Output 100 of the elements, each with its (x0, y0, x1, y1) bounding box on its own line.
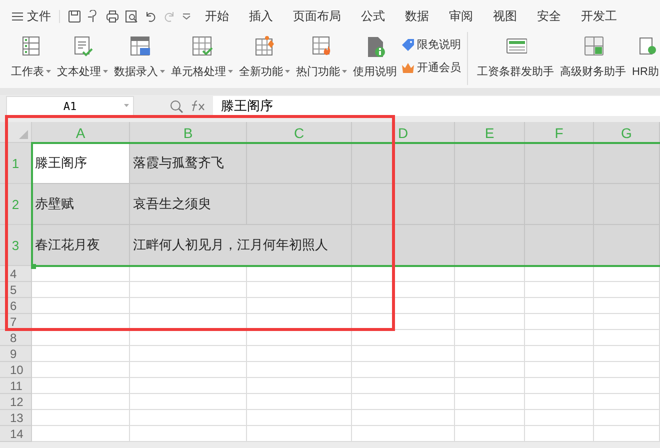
table-cell[interactable] (130, 394, 247, 410)
table-cell[interactable] (525, 266, 594, 282)
table-cell[interactable] (594, 225, 660, 266)
print-icon[interactable] (106, 10, 119, 22)
table-cell[interactable] (525, 346, 594, 362)
table-cell[interactable] (247, 378, 352, 394)
table-cell[interactable] (247, 143, 352, 184)
ribbon-button[interactable]: 热门功能 (293, 32, 350, 79)
zoom-icon[interactable] (170, 100, 183, 112)
row-header[interactable]: 4 (0, 266, 32, 282)
table-cell[interactable]: 哀吾生之须臾 (130, 184, 247, 225)
table-cell[interactable] (455, 346, 525, 362)
table-cell[interactable] (525, 314, 594, 330)
table-cell[interactable] (32, 426, 130, 442)
ribbon-link[interactable]: 限免说明 (402, 37, 461, 52)
table-cell[interactable] (352, 378, 455, 394)
ribbon-button[interactable]: 工资条群发助手 (474, 32, 557, 79)
ribbon-button[interactable]: 工作表 (8, 32, 54, 79)
table-cell[interactable] (525, 330, 594, 346)
ribbon-button[interactable]: 单元格处理 (168, 32, 236, 79)
table-cell[interactable] (130, 346, 247, 362)
save-icon[interactable] (68, 10, 81, 22)
function-icon[interactable] (191, 100, 205, 112)
ribbon-link[interactable]: 开通会员 (402, 60, 461, 75)
table-cell[interactable] (594, 143, 660, 184)
menu-tab[interactable]: 页面布局 (293, 8, 341, 24)
table-cell[interactable] (525, 378, 594, 394)
table-cell[interactable] (32, 362, 130, 378)
menu-tab[interactable]: 公式 (361, 8, 385, 24)
table-cell[interactable] (455, 225, 525, 266)
row-header[interactable]: 8 (0, 330, 32, 346)
table-cell[interactable] (352, 362, 455, 378)
table-cell[interactable] (525, 298, 594, 314)
row-header[interactable]: 14 (0, 426, 32, 442)
menu-tab[interactable]: 审阅 (449, 8, 473, 24)
table-cell[interactable] (247, 410, 352, 426)
customize-icon[interactable] (182, 12, 191, 20)
table-cell[interactable] (130, 410, 247, 426)
table-cell[interactable] (130, 282, 247, 298)
ribbon-button[interactable]: 数据录入 (111, 32, 168, 79)
table-cell[interactable] (594, 394, 660, 410)
table-cell[interactable] (352, 143, 455, 184)
table-cell[interactable] (130, 426, 247, 442)
file-menu[interactable]: 文件 (0, 8, 59, 24)
table-cell[interactable] (455, 143, 525, 184)
table-cell[interactable]: 落霞与孤鹜齐飞 (130, 143, 247, 184)
table-cell[interactable] (455, 362, 525, 378)
table-cell[interactable] (247, 266, 352, 282)
ribbon-button[interactable]: 全新功能 (236, 32, 293, 79)
table-cell[interactable] (525, 394, 594, 410)
table-cell[interactable] (594, 314, 660, 330)
table-cell[interactable] (594, 362, 660, 378)
table-cell[interactable] (525, 362, 594, 378)
table-cell[interactable] (455, 410, 525, 426)
table-cell[interactable] (594, 346, 660, 362)
redo-icon[interactable] (163, 10, 176, 22)
table-cell[interactable] (455, 394, 525, 410)
row-header[interactable]: 9 (0, 346, 32, 362)
select-all-corner[interactable] (0, 122, 32, 143)
row-header[interactable]: 5 (0, 282, 32, 298)
table-cell[interactable] (525, 143, 594, 184)
table-cell[interactable] (352, 282, 455, 298)
table-cell[interactable] (130, 266, 247, 282)
print-preview-icon[interactable] (125, 10, 138, 22)
table-cell[interactable] (247, 362, 352, 378)
table-cell[interactable] (32, 394, 130, 410)
table-cell[interactable] (352, 346, 455, 362)
menu-tab[interactable]: 开始 (205, 8, 229, 24)
row-header[interactable]: 10 (0, 362, 32, 378)
table-cell[interactable] (32, 298, 130, 314)
table-cell[interactable] (594, 266, 660, 282)
table-cell[interactable]: 春江花月夜 (32, 225, 130, 266)
table-cell[interactable] (247, 346, 352, 362)
table-cell[interactable] (594, 410, 660, 426)
menu-tab[interactable]: 安全 (537, 8, 561, 24)
table-cell[interactable] (455, 426, 525, 442)
table-cell[interactable] (594, 378, 660, 394)
table-cell[interactable] (594, 330, 660, 346)
table-cell[interactable] (32, 282, 130, 298)
table-cell[interactable] (594, 298, 660, 314)
table-cell[interactable] (32, 346, 130, 362)
table-cell[interactable] (352, 225, 455, 266)
table-cell[interactable]: 赤壁赋 (32, 184, 130, 225)
row-header[interactable]: 11 (0, 378, 32, 394)
table-cell[interactable] (352, 330, 455, 346)
table-cell[interactable] (455, 330, 525, 346)
table-cell[interactable] (525, 282, 594, 298)
table-cell[interactable] (130, 330, 247, 346)
ribbon-button[interactable]: 高级财务助手 (557, 32, 629, 79)
table-cell[interactable] (32, 410, 130, 426)
table-cell[interactable] (455, 378, 525, 394)
table-cell[interactable] (247, 426, 352, 442)
table-cell[interactable] (455, 298, 525, 314)
ribbon-button[interactable]: HR助 (629, 32, 660, 79)
table-cell[interactable] (32, 330, 130, 346)
table-cell[interactable] (247, 330, 352, 346)
menu-tab[interactable]: 数据 (405, 8, 429, 24)
table-cell[interactable] (130, 362, 247, 378)
table-cell[interactable] (594, 282, 660, 298)
table-cell[interactable] (247, 298, 352, 314)
